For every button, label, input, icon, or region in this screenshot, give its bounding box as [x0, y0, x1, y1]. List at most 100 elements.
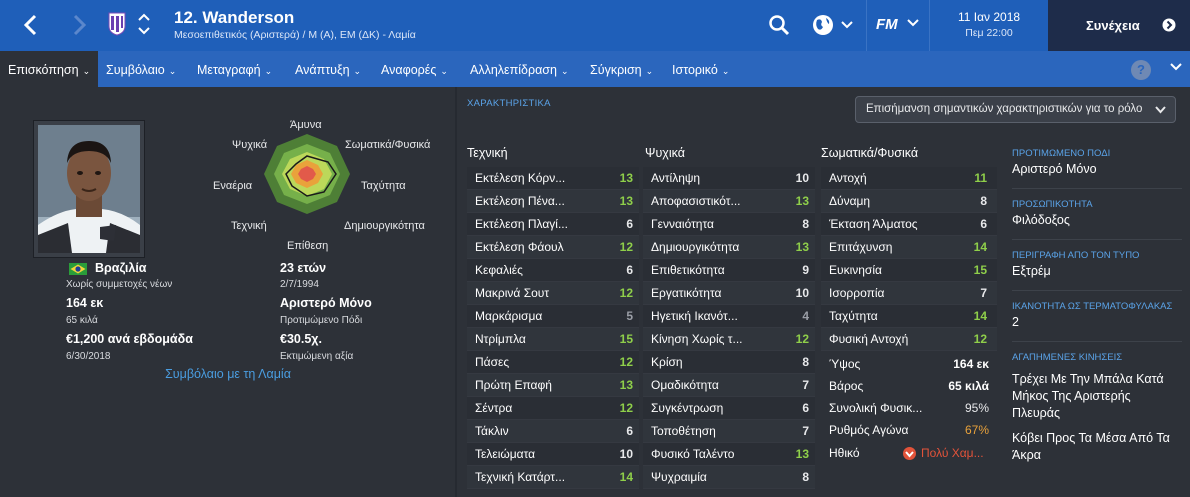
- technical-attribute-value: 5: [626, 309, 633, 323]
- technical-attribute-row[interactable]: Μακρινά Σουτ 12: [467, 282, 639, 305]
- morale-row[interactable]: Ηθικό Πολύ Χαμ...: [821, 442, 997, 465]
- physical-attribute-value: 6: [980, 217, 987, 231]
- weight-value: 65 κιλά: [66, 315, 98, 326]
- search-icon[interactable]: [768, 14, 790, 36]
- mental-attribute-row[interactable]: Τοποθέτηση 7: [643, 420, 815, 443]
- tab-transfer-label: Μεταγραφή: [197, 63, 261, 77]
- physical-stat-row[interactable]: Ρυθμός Αγώνα 67%: [821, 419, 997, 442]
- technical-attribute-row[interactable]: Εκτέλεση Κόρν... 13: [467, 167, 639, 190]
- personality-title: ΠΡΟΣΩΠΙΚΟΤΗΤΑ: [1012, 199, 1093, 210]
- mental-attribute-row[interactable]: Αντίληψη 10: [643, 167, 815, 190]
- nationality[interactable]: Βραζιλία: [95, 261, 146, 275]
- mental-attribute-value: 9: [802, 263, 809, 277]
- continue-label: Συνέχεια: [1086, 18, 1140, 33]
- chevron-down-icon: [907, 19, 919, 27]
- technical-attribute-name: Εκτέλεση Πένα...: [475, 194, 565, 208]
- highlight-role-attributes-dropdown[interactable]: Επισήμανση σημαντικών χαρακτηριστικών γι…: [855, 96, 1176, 123]
- technical-attribute-row[interactable]: Τάκλιν 6: [467, 420, 639, 443]
- technical-attribute-row[interactable]: Εκτέλεση Φάουλ 12: [467, 236, 639, 259]
- tab-interaction[interactable]: Αλληλεπίδραση ⌄: [470, 51, 569, 87]
- physical-attribute-row[interactable]: Ευκινησία 15: [821, 259, 997, 282]
- technical-attribute-value: 14: [619, 470, 633, 484]
- mental-attribute-row[interactable]: Ψυχραιμία 8: [643, 466, 815, 489]
- physical-attribute-value: 14: [973, 309, 987, 323]
- radar-label-physical: Σωματικά/Φυσικά: [345, 139, 431, 151]
- tab-development[interactable]: Ανάπτυξη ⌄: [295, 51, 361, 87]
- continue-button[interactable]: Συνέχεια: [1048, 0, 1190, 51]
- panel-divider: [455, 87, 457, 497]
- mental-attribute-row[interactable]: Συγκέντρωση 6: [643, 397, 815, 420]
- mental-attribute-row[interactable]: Ηγετική Ικανότ... 4: [643, 305, 815, 328]
- mental-attribute-value: 10: [795, 171, 809, 185]
- physical-attribute-value: 8: [980, 194, 987, 208]
- current-date: 11 Ιαν 2018: [957, 10, 1021, 24]
- physical-attribute-name: Αντοχή: [829, 171, 867, 185]
- mental-attribute-row[interactable]: Κρίση 8: [643, 351, 815, 374]
- physical-attribute-row[interactable]: Φυσική Αντοχή 12: [821, 328, 997, 351]
- technical-attribute-name: Εκτέλεση Πλαγί...: [475, 217, 568, 231]
- forward-icon[interactable]: [64, 10, 94, 40]
- tab-history[interactable]: Ιστορικό ⌄: [672, 51, 729, 87]
- help-icon[interactable]: ?: [1131, 60, 1151, 80]
- technical-column-title: Τεχνική: [467, 146, 508, 160]
- tab-contract[interactable]: Συμβόλαιο ⌄: [106, 51, 176, 87]
- physical-stat-row[interactable]: Συνολική Φυσικ... 95%: [821, 397, 997, 420]
- mental-attribute-name: Ομαδικότητα: [651, 378, 719, 392]
- back-icon[interactable]: [16, 10, 46, 40]
- divider: [1012, 341, 1182, 342]
- tab-compare[interactable]: Σύγκριση ⌄: [590, 51, 653, 87]
- physical-attribute-row[interactable]: Επιτάχυνση 14: [821, 236, 997, 259]
- tab-overview[interactable]: Επισκόπηση ⌄: [0, 51, 98, 87]
- mental-attribute-row[interactable]: Φυσικό Ταλέντο 13: [643, 443, 815, 466]
- physical-attribute-row[interactable]: Ταχύτητα 14: [821, 305, 997, 328]
- mental-attribute-row[interactable]: Γενναιότητα 8: [643, 213, 815, 236]
- club-crest-icon[interactable]: [108, 12, 126, 36]
- tab-transfer[interactable]: Μεταγραφή ⌄: [197, 51, 272, 87]
- mental-attribute-row[interactable]: Ομαδικότητα 7: [643, 374, 815, 397]
- physical-attribute-name: Ευκινησία: [829, 263, 882, 277]
- fm-menu-button[interactable]: FM: [866, 0, 930, 51]
- technical-attribute-value: 13: [619, 171, 633, 185]
- mental-attribute-name: Γενναιότητα: [651, 217, 714, 231]
- technical-attribute-row[interactable]: Πρώτη Επαφή 13: [467, 374, 639, 397]
- physical-attribute-row[interactable]: Αντοχή 11: [821, 167, 997, 190]
- globe-icon[interactable]: [812, 14, 854, 36]
- physical-stat-row[interactable]: Βάρος 65 κιλά: [821, 375, 997, 398]
- technical-attribute-row[interactable]: Κεφαλιές 6: [467, 259, 639, 282]
- player-photo[interactable]: [38, 125, 140, 253]
- chevron-down-icon[interactable]: [1170, 61, 1182, 76]
- contract-link[interactable]: Συμβόλαιο με τη Λαμία: [120, 367, 336, 381]
- mental-attribute-name: Κρίση: [651, 355, 683, 369]
- mental-attribute-row[interactable]: Δημιουργικότητα 13: [643, 236, 815, 259]
- tab-development-label: Ανάπτυξη: [295, 63, 350, 77]
- continue-arrow-icon: [1162, 18, 1176, 32]
- date-display[interactable]: 11 Ιαν 2018 Πεμ 22:00: [930, 0, 1048, 51]
- divider: [1012, 239, 1182, 240]
- technical-attribute-row[interactable]: Τελειώματα 10: [467, 443, 639, 466]
- mental-attribute-row[interactable]: Επιθετικότητα 9: [643, 259, 815, 282]
- tab-reports[interactable]: Αναφορές ⌄: [381, 51, 448, 87]
- technical-attribute-row[interactable]: Μαρκάρισμα 5: [467, 305, 639, 328]
- technical-attribute-value: 10: [619, 447, 633, 461]
- physical-stat-row[interactable]: Ύψος 164 εκ: [821, 353, 997, 376]
- physical-attribute-name: Έκταση Άλματος: [829, 217, 918, 231]
- technical-attribute-row[interactable]: Σέντρα 12: [467, 397, 639, 420]
- mental-attribute-row[interactable]: Εργατικότητα 10: [643, 282, 815, 305]
- technical-attribute-row[interactable]: Πάσες 12: [467, 351, 639, 374]
- media-description-title: ΠΕΡΙΓΡΑΦΗ ΑΠΟ ΤΟΝ ΤΥΠΟ: [1012, 250, 1140, 261]
- age-value: 23 ετών: [280, 261, 327, 275]
- mental-attribute-row[interactable]: Αποφασιστικότ... 13: [643, 190, 815, 213]
- technical-attribute-row[interactable]: Εκτέλεση Πένα... 13: [467, 190, 639, 213]
- technical-attribute-row[interactable]: Εκτέλεση Πλαγί... 6: [467, 213, 639, 236]
- physical-attribute-row[interactable]: Δύναμη 8: [821, 190, 997, 213]
- technical-attribute-row[interactable]: Τεχνική Κατάρτ... 14: [467, 466, 639, 489]
- mental-attribute-row[interactable]: Κίνηση Χωρίς τ... 12: [643, 328, 815, 351]
- technical-attribute-name: Μαρκάρισμα: [475, 309, 543, 323]
- technical-attribute-value: 13: [619, 194, 633, 208]
- physical-attribute-row[interactable]: Ισορροπία 7: [821, 282, 997, 305]
- player-switch-arrows-icon[interactable]: [137, 10, 151, 38]
- physical-attribute-row[interactable]: Έκταση Άλματος 6: [821, 213, 997, 236]
- personality-value: Φιλόδοξος: [1012, 213, 1070, 227]
- technical-attribute-row[interactable]: Ντρίμπλα 15: [467, 328, 639, 351]
- technical-attribute-value: 12: [619, 240, 633, 254]
